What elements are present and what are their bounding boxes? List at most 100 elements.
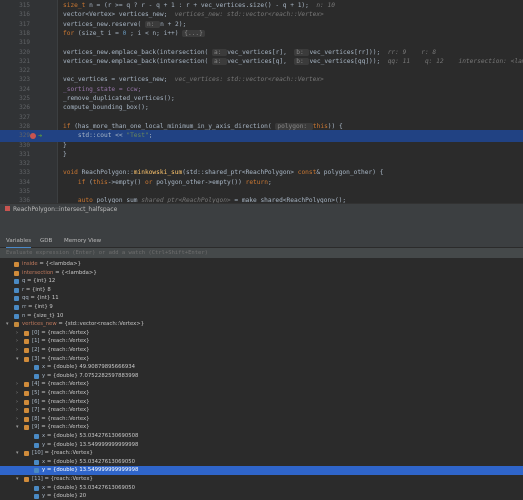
collapse-arrow-icon[interactable]: › bbox=[16, 346, 18, 355]
variable-name: [5] bbox=[32, 390, 40, 396]
variable-row[interactable]: intersection = {<lambda>} bbox=[0, 269, 523, 278]
breakpoint-icon[interactable] bbox=[30, 133, 36, 140]
variable-row[interactable]: ▾ [11] = {reach::Vertex} bbox=[0, 475, 523, 484]
line-number[interactable]: 336 bbox=[4, 195, 30, 203]
variable-row[interactable]: x = {double} 53.03427613069050 bbox=[0, 484, 523, 493]
variable-value: = {double} 13.549999999999998 bbox=[45, 467, 139, 474]
collapse-arrow-icon[interactable]: › bbox=[16, 406, 18, 415]
variable-type-icon bbox=[34, 459, 39, 465]
variable-row[interactable]: › [7] = {reach::Vertex} bbox=[0, 406, 523, 415]
expand-arrow-icon[interactable]: ▾ bbox=[6, 320, 9, 329]
variable-type-icon bbox=[14, 305, 19, 310]
variable-name: [4] bbox=[32, 381, 40, 388]
variable-row[interactable]: rr = {int} 9 bbox=[0, 303, 523, 312]
variable-value: = {reach::Vertex} bbox=[39, 398, 90, 405]
debugger-tabs: Variables GDB Memory View bbox=[0, 235, 523, 249]
variable-type-icon bbox=[24, 425, 29, 431]
variable-row[interactable]: y = {double} 13.549999999999998 bbox=[0, 441, 523, 450]
variable-type-icon bbox=[24, 382, 29, 388]
expand-arrow-icon[interactable]: ▾ bbox=[16, 449, 19, 458]
variable-row[interactable]: r = {int} 8 bbox=[0, 286, 523, 295]
variable-row[interactable]: ▾ [3] = {reach::Vertex} bbox=[0, 355, 523, 364]
variable-name: intersection bbox=[22, 269, 54, 276]
variable-row[interactable]: › [1] = {reach::Vertex} bbox=[0, 337, 523, 346]
expand-arrow-icon[interactable]: ▾ bbox=[16, 423, 19, 432]
tool-window-header bbox=[0, 215, 523, 235]
variable-value: = {int} 8 bbox=[24, 286, 51, 293]
variable-row[interactable]: › [4] = {reach::Vertex} bbox=[0, 380, 523, 389]
variable-row[interactable]: q = {int} 12 bbox=[0, 277, 523, 286]
variables-tree: inside = {<lambda>} intersection = {<lamb… bbox=[0, 258, 523, 500]
tab-gdb[interactable]: GDB bbox=[40, 235, 52, 247]
variable-row[interactable]: inside = {<lambda>} bbox=[0, 260, 523, 269]
variable-type-icon bbox=[24, 416, 29, 422]
variable-type-icon bbox=[14, 322, 19, 328]
variable-type-icon bbox=[24, 356, 29, 362]
code-line[interactable]: 336 auto polygon_sum shared_ptr<ReachPol… bbox=[0, 195, 523, 203]
variable-value: = {double} 7.0752282597883998 bbox=[45, 372, 139, 379]
variable-row[interactable]: ▾ [10] = {reach::Vertex} bbox=[0, 449, 523, 458]
variable-row[interactable]: x = {double} 53.03427613069050 bbox=[0, 458, 523, 467]
collapse-arrow-icon[interactable]: › bbox=[16, 337, 18, 346]
expand-arrow-icon[interactable]: ▾ bbox=[16, 355, 19, 364]
variable-name: [7] bbox=[32, 407, 40, 414]
variable-row[interactable]: y = {double} 13.549999999999998 bbox=[0, 466, 523, 475]
variable-row[interactable]: y = {double} 20 bbox=[0, 492, 523, 500]
collapse-arrow-icon[interactable]: › bbox=[16, 415, 18, 424]
variable-value: = {reach::Vertex} bbox=[42, 476, 93, 482]
variable-value: = {double} 49.90879895666934 bbox=[45, 364, 136, 371]
breadcrumb-bar: ReachPolygon::intersect_halfspace bbox=[0, 203, 523, 215]
variable-value: = {<lambda>} bbox=[37, 261, 81, 267]
variable-type-icon bbox=[34, 373, 39, 379]
variable-name: qq bbox=[22, 295, 29, 302]
variable-value: = {double} 53.03427613069050 bbox=[45, 484, 136, 491]
collapse-arrow-icon[interactable]: › bbox=[16, 329, 18, 338]
variable-row[interactable]: x = {double} 53.034276130690508 bbox=[0, 432, 523, 441]
variable-type-icon bbox=[34, 365, 39, 371]
variable-value: = {double} 53.03427613069050 bbox=[45, 458, 136, 465]
variable-value: = {reach::Vertex} bbox=[39, 355, 90, 362]
variable-value: = {double} 13.549999999999998 bbox=[45, 441, 139, 448]
variable-row[interactable]: y = {double} 7.0752282597883998 bbox=[0, 372, 523, 381]
variable-type-icon bbox=[24, 451, 29, 457]
breadcrumb[interactable]: ReachPolygon::intersect_halfspace bbox=[13, 206, 117, 213]
variable-row[interactable]: x = {double} 49.90879895666934 bbox=[0, 363, 523, 372]
variable-row[interactable]: › [5] = {reach::Vertex} bbox=[0, 389, 523, 398]
variable-type-icon bbox=[24, 477, 29, 482]
variable-value: = {reach::Vertex} bbox=[39, 407, 90, 414]
variable-type-icon bbox=[14, 287, 19, 293]
evaluate-expression-input[interactable]: Evaluate expression (Enter) or add a wat… bbox=[0, 248, 523, 258]
variable-row[interactable]: n = {size_t} 10 bbox=[0, 312, 523, 321]
code-editor[interactable]: 315 size_t n = (r >= q ? r - q + 1 : r + … bbox=[0, 0, 523, 203]
expand-arrow-icon[interactable]: ▾ bbox=[16, 475, 19, 484]
variable-row[interactable]: › [6] = {reach::Vertex} bbox=[0, 398, 523, 407]
variable-row[interactable]: › [2] = {reach::Vertex} bbox=[0, 346, 523, 355]
variable-name: inside bbox=[22, 261, 38, 267]
variable-value: = {double} 53.034276130690508 bbox=[45, 433, 139, 439]
variable-value: = {reach::Vertex} bbox=[39, 415, 90, 422]
variable-name: [8] bbox=[32, 415, 40, 422]
variable-value: = {reach::Vertex} bbox=[39, 390, 90, 396]
variable-value: = {int} 9 bbox=[26, 304, 53, 310]
variable-name: [0] bbox=[32, 329, 40, 336]
variable-value: = {int} 12 bbox=[25, 278, 56, 285]
variable-row[interactable]: › [8] = {reach::Vertex} bbox=[0, 415, 523, 424]
variable-name: [11] bbox=[32, 476, 43, 482]
tab-variables[interactable]: Variables bbox=[6, 235, 32, 249]
collapse-arrow-icon[interactable]: › bbox=[16, 398, 18, 407]
collapse-arrow-icon[interactable]: › bbox=[16, 380, 18, 389]
tab-memory-view[interactable]: Memory View bbox=[64, 235, 101, 247]
variable-value: = {<lambda>} bbox=[53, 269, 97, 276]
variable-value: = {size_t} 10 bbox=[25, 312, 64, 319]
variable-type-icon bbox=[34, 442, 39, 448]
variable-type-icon bbox=[14, 262, 19, 267]
collapse-arrow-icon[interactable]: › bbox=[16, 389, 18, 398]
variable-type-icon bbox=[34, 468, 39, 474]
variable-row[interactable]: qq = {int} 11 bbox=[0, 294, 523, 303]
variable-row[interactable]: › [0] = {reach::Vertex} bbox=[0, 329, 523, 338]
variable-type-icon bbox=[34, 494, 39, 500]
variable-value: = {reach::Vertex} bbox=[39, 347, 90, 353]
variable-value: = {reach::Vertex} bbox=[42, 450, 93, 457]
variable-row[interactable]: ▾ [9] = {reach::Vertex} bbox=[0, 423, 523, 432]
variable-row[interactable]: ▾ vertices_new = {std::vector<reach::Vert… bbox=[0, 320, 523, 329]
